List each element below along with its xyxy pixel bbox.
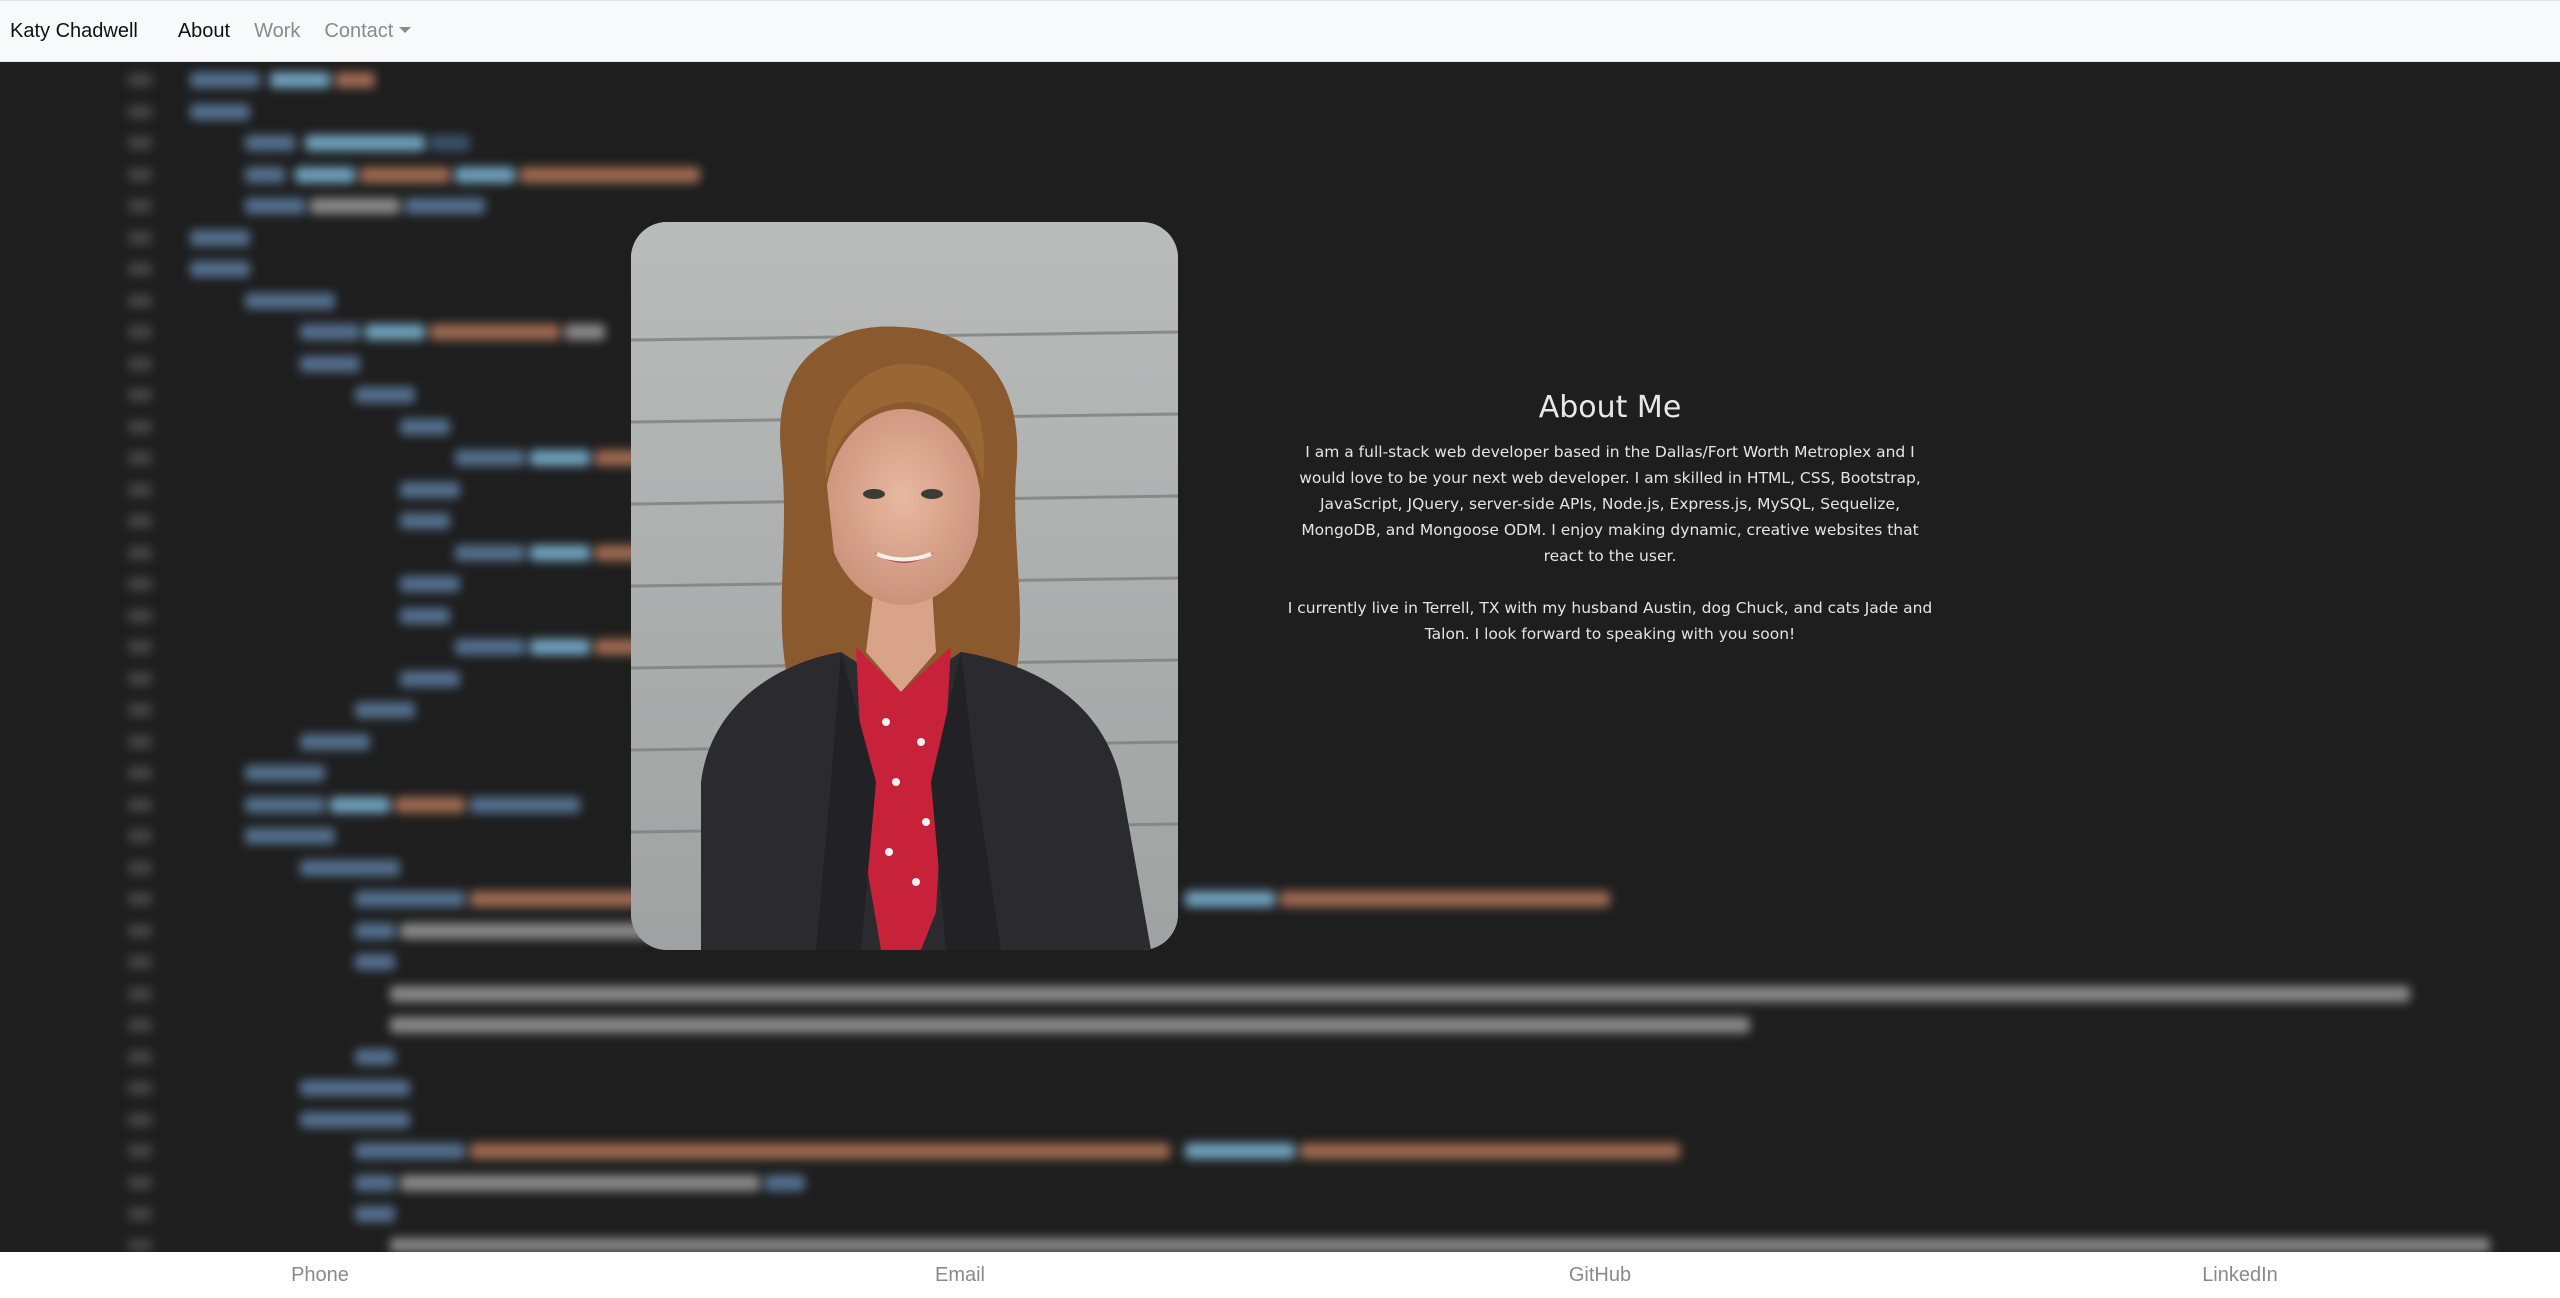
code-line <box>0 795 2560 815</box>
code-line <box>0 669 2560 689</box>
footer-email-link[interactable]: Email <box>640 1264 1280 1287</box>
brand-link[interactable]: Katy Chadwell <box>10 20 138 43</box>
footer-phone-link[interactable]: Phone <box>0 1264 640 1287</box>
code-line <box>0 291 2560 311</box>
code-line <box>0 763 2560 783</box>
code-line <box>0 322 2560 342</box>
code-line <box>0 889 2560 909</box>
code-line <box>0 826 2560 846</box>
code-line <box>0 858 2560 878</box>
code-line <box>0 984 2560 1004</box>
nav-contact-label: Contact <box>324 19 394 42</box>
code-line <box>0 196 2560 216</box>
about-paragraph-personal: I currently live in Terrell, TX with my … <box>1287 599 1933 643</box>
code-line <box>0 1047 2560 1067</box>
about-section: About Me I am a full-stack web developer… <box>1280 390 1940 647</box>
top-navbar: Katy Chadwell About Work Contact <box>0 0 2560 62</box>
code-line <box>0 700 2560 720</box>
code-line <box>0 165 2560 185</box>
code-line <box>0 1173 2560 1193</box>
code-line <box>0 354 2560 374</box>
chevron-down-icon <box>399 26 412 33</box>
code-line <box>0 732 2560 752</box>
code-line <box>0 1204 2560 1224</box>
code-line <box>0 1141 2560 1161</box>
code-line <box>0 259 2560 279</box>
nav-contact-dropdown[interactable]: Contact <box>312 20 423 43</box>
code-line <box>0 70 2560 90</box>
footer-github-link[interactable]: GitHub <box>1280 1264 1920 1287</box>
code-line <box>0 1110 2560 1130</box>
code-background-image <box>0 62 2560 1252</box>
code-line <box>0 1015 2560 1035</box>
about-heading: About Me <box>1538 390 1682 425</box>
code-line <box>0 102 2560 122</box>
nav-about-link[interactable]: About <box>166 20 242 43</box>
code-line <box>0 228 2560 248</box>
portrait-illustration <box>631 222 1178 950</box>
code-line <box>0 952 2560 972</box>
code-line <box>0 1236 2560 1252</box>
profile-photo <box>631 222 1178 950</box>
about-paragraph-skills: I am a full-stack web developer based in… <box>1299 443 1921 565</box>
nav-work-link[interactable]: Work <box>242 20 312 43</box>
code-line <box>0 133 2560 153</box>
nav-links: About Work Contact <box>166 20 424 43</box>
footer-linkedin-link[interactable]: LinkedIn <box>1920 1264 2560 1287</box>
code-line <box>0 921 2560 941</box>
code-line <box>0 1078 2560 1098</box>
footer-bar: Phone Email GitHub LinkedIn <box>0 1252 2560 1298</box>
